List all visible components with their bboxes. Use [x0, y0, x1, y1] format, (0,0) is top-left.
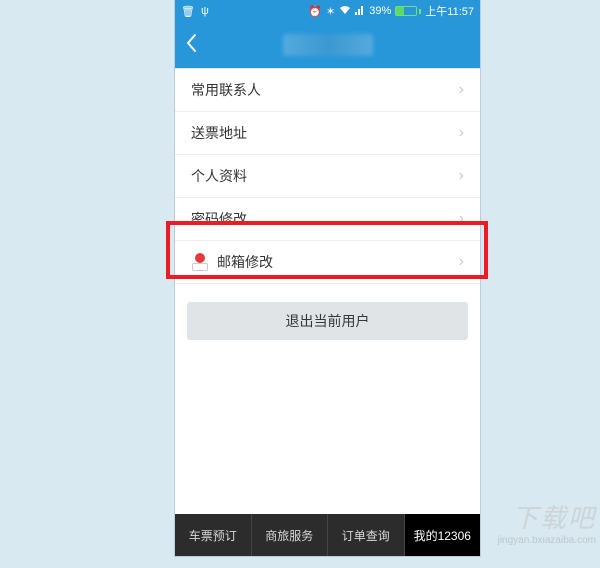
back-icon[interactable] [185, 33, 197, 57]
status-bar: 🗑 ψ ⏰ ✶ 39% 上午11:57 [175, 0, 480, 22]
chevron-right-icon: › [459, 167, 464, 185]
alarm-icon: ⏰ [308, 5, 322, 18]
status-time: 上午11:57 [425, 3, 474, 19]
logout-label: 退出当前用户 [286, 311, 370, 331]
chevron-right-icon: › [459, 81, 464, 99]
phone-frame: 🗑 ψ ⏰ ✶ 39% 上午11:57 常用联系人 › [175, 0, 480, 556]
watermark-main: 下载吧 [512, 503, 596, 533]
usb-icon: ψ [201, 5, 209, 17]
signal-icon [355, 5, 365, 18]
trash-icon: 🗑 [181, 5, 195, 18]
list-item-delivery-address[interactable]: 送票地址 › [175, 112, 480, 155]
settings-list: 常用联系人 › 送票地址 › 个人资料 › 密码修改 › 邮箱修改 › [175, 68, 480, 284]
list-item-label: 常用联系人 [191, 80, 261, 100]
list-item-label: 邮箱修改 [217, 252, 273, 272]
nav-my12306[interactable]: 我的12306 [405, 514, 481, 556]
vibrate-icon: ✶ [326, 5, 335, 18]
nav-tickets[interactable]: 车票预订 [175, 514, 252, 556]
list-item-label: 送票地址 [191, 123, 247, 143]
chevron-right-icon: › [459, 253, 464, 271]
nav-business-travel[interactable]: 商旅服务 [252, 514, 329, 556]
logout-button[interactable]: 退出当前用户 [187, 302, 468, 340]
chevron-right-icon: › [459, 210, 464, 228]
nav-label: 订单查询 [342, 527, 390, 544]
bottom-nav: 车票预订 商旅服务 订单查询 我的12306 [175, 514, 480, 556]
app-header [175, 22, 480, 68]
nav-label: 车票预订 [189, 527, 237, 544]
list-item-contacts[interactable]: 常用联系人 › [175, 69, 480, 112]
watermark-sub: jingyan.bxiazaiba.com [498, 535, 596, 546]
header-title-blurred [283, 34, 373, 56]
email-change-icon [191, 253, 209, 271]
watermark: 下载吧 jingyan.bxiazaiba.com [498, 498, 596, 546]
list-item-label: 个人资料 [191, 166, 247, 186]
nav-label: 我的12306 [414, 527, 471, 544]
list-item-label: 密码修改 [191, 209, 247, 229]
list-item-password-change[interactable]: 密码修改 › [175, 198, 480, 241]
list-item-email-change[interactable]: 邮箱修改 › [175, 241, 480, 284]
battery-percent: 39% [369, 5, 391, 17]
nav-orders[interactable]: 订单查询 [328, 514, 405, 556]
nav-label: 商旅服务 [265, 527, 313, 544]
list-item-profile[interactable]: 个人资料 › [175, 155, 480, 198]
wifi-icon [339, 5, 351, 18]
battery-icon [395, 6, 421, 16]
chevron-right-icon: › [459, 124, 464, 142]
